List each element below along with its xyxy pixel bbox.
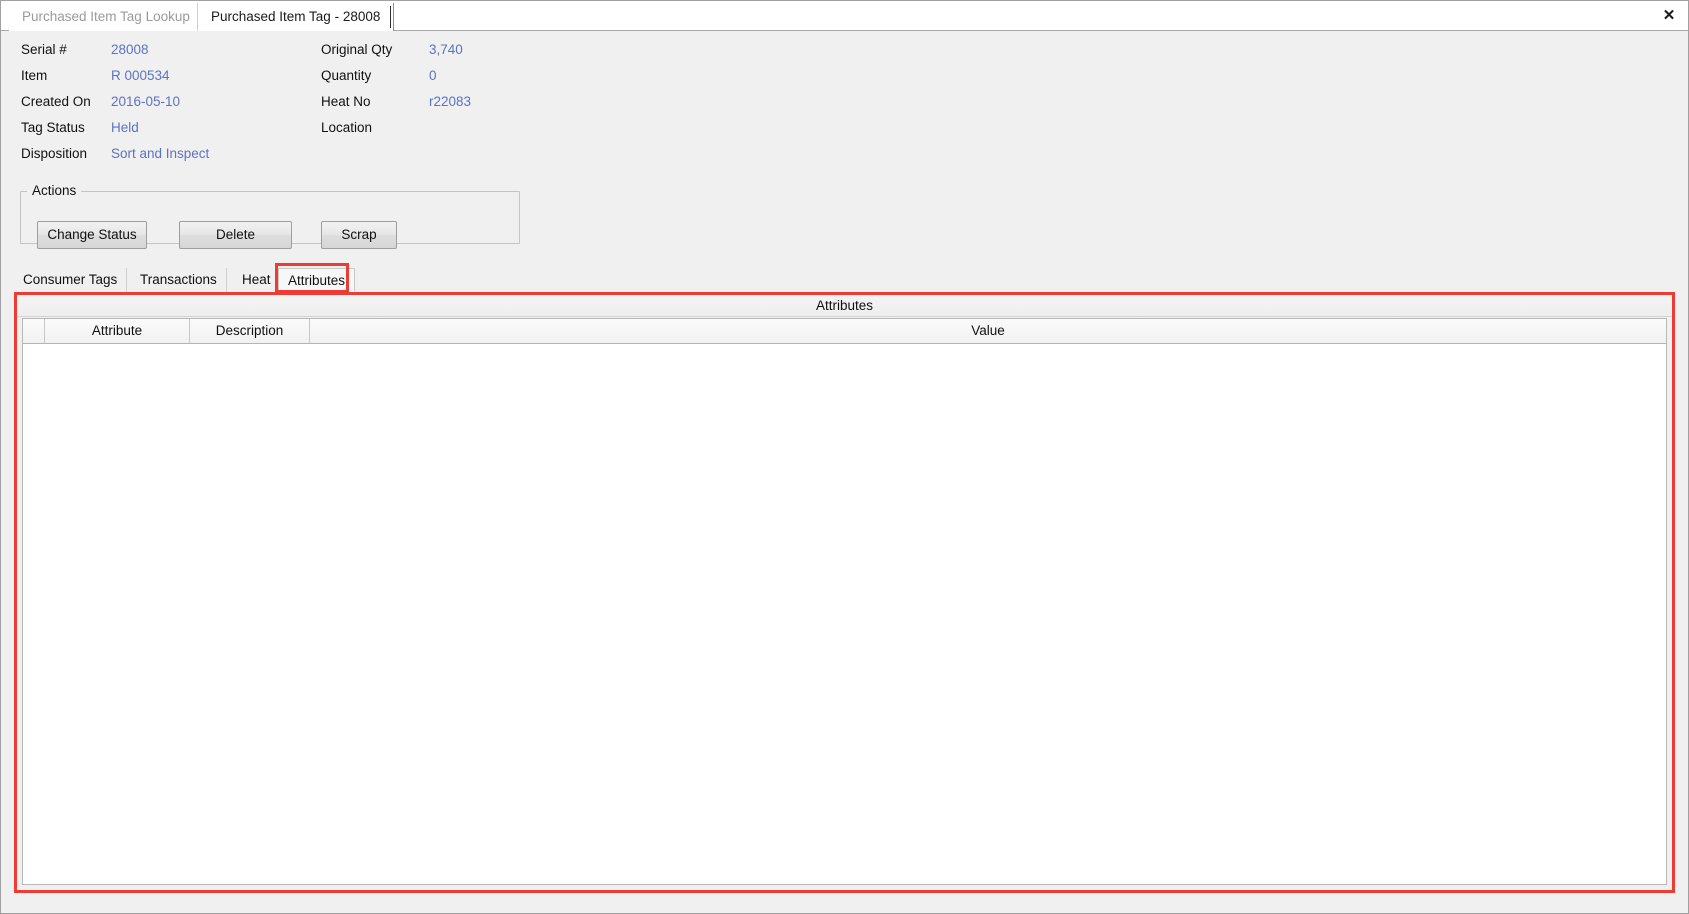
column-header-value[interactable]: Value bbox=[310, 319, 1666, 343]
column-header-description[interactable]: Description bbox=[190, 319, 310, 343]
scrap-button[interactable]: Scrap bbox=[321, 221, 397, 249]
attributes-panel: Attributes Attribute Description Value bbox=[17, 295, 1672, 890]
field-label-tag-status: Tag Status bbox=[21, 120, 85, 135]
field-label-item: Item bbox=[21, 68, 48, 83]
attributes-grid-header-row: Attribute Description Value bbox=[23, 319, 1666, 344]
document-tab-purchased-item-tag-lookup[interactable]: Purchased Item Tag Lookup bbox=[9, 3, 204, 31]
attributes-grid-body[interactable] bbox=[23, 344, 1666, 884]
attributes-panel-header: Attributes bbox=[17, 295, 1672, 317]
field-value-created-on[interactable]: 2016-05-10 bbox=[111, 94, 180, 109]
field-label-disposition: Disposition bbox=[21, 146, 88, 161]
tab-label: Consumer Tags bbox=[23, 272, 118, 287]
document-tab-label: Purchased Item Tag Lookup bbox=[22, 9, 190, 24]
field-value-quantity[interactable]: 0 bbox=[429, 68, 437, 83]
field-label-created-on: Created On bbox=[21, 94, 91, 109]
tab-attributes[interactable]: Attributes bbox=[278, 268, 356, 292]
purchased-item-tag-window: Purchased Item Tag Lookup Purchased Item… bbox=[0, 0, 1689, 914]
field-value-tag-status[interactable]: Held bbox=[111, 120, 139, 135]
tab-label: Transactions bbox=[140, 272, 217, 287]
tag-detail-fields: Serial # 28008 Item R 000534 Created On … bbox=[1, 32, 1688, 164]
field-label-heat-no: Heat No bbox=[321, 94, 371, 109]
attributes-grid[interactable]: Attribute Description Value bbox=[22, 318, 1667, 885]
tab-heat[interactable]: Heat bbox=[233, 268, 281, 292]
document-tab-label: Purchased Item Tag - 28008 bbox=[211, 9, 381, 24]
field-label-quantity: Quantity bbox=[321, 68, 372, 83]
field-label-serial-number: Serial # bbox=[21, 42, 67, 57]
change-status-button[interactable]: Change Status bbox=[37, 221, 147, 249]
field-label-original-qty: Original Qty bbox=[321, 42, 393, 57]
field-value-heat-no[interactable]: r22083 bbox=[429, 94, 471, 109]
grid-row-header-stub bbox=[23, 319, 45, 343]
detail-tabstrip: Consumer Tags Transactions Heat Attribut… bbox=[14, 268, 1674, 292]
field-value-disposition[interactable]: Sort and Inspect bbox=[111, 146, 209, 161]
field-value-item[interactable]: R 000534 bbox=[111, 68, 170, 83]
field-value-original-qty[interactable]: 3,740 bbox=[429, 42, 463, 57]
actions-groupbox-title: Actions bbox=[27, 183, 82, 198]
document-tab-purchased-item-tag-28008[interactable]: Purchased Item Tag - 28008 bbox=[197, 3, 395, 31]
tab-label: Attributes bbox=[288, 273, 346, 288]
close-icon[interactable]: ✕ bbox=[1656, 3, 1682, 28]
tab-consumer-tags[interactable]: Consumer Tags bbox=[14, 268, 128, 292]
field-value-serial-number[interactable]: 28008 bbox=[111, 42, 149, 57]
tab-label: Heat bbox=[242, 272, 271, 287]
text-caret bbox=[390, 6, 391, 28]
column-header-attribute[interactable]: Attribute bbox=[45, 319, 190, 343]
tab-transactions[interactable]: Transactions bbox=[131, 268, 227, 292]
field-label-location: Location bbox=[321, 120, 373, 135]
delete-button[interactable]: Delete bbox=[179, 221, 292, 249]
document-tabbar: Purchased Item Tag Lookup Purchased Item… bbox=[1, 1, 1688, 31]
